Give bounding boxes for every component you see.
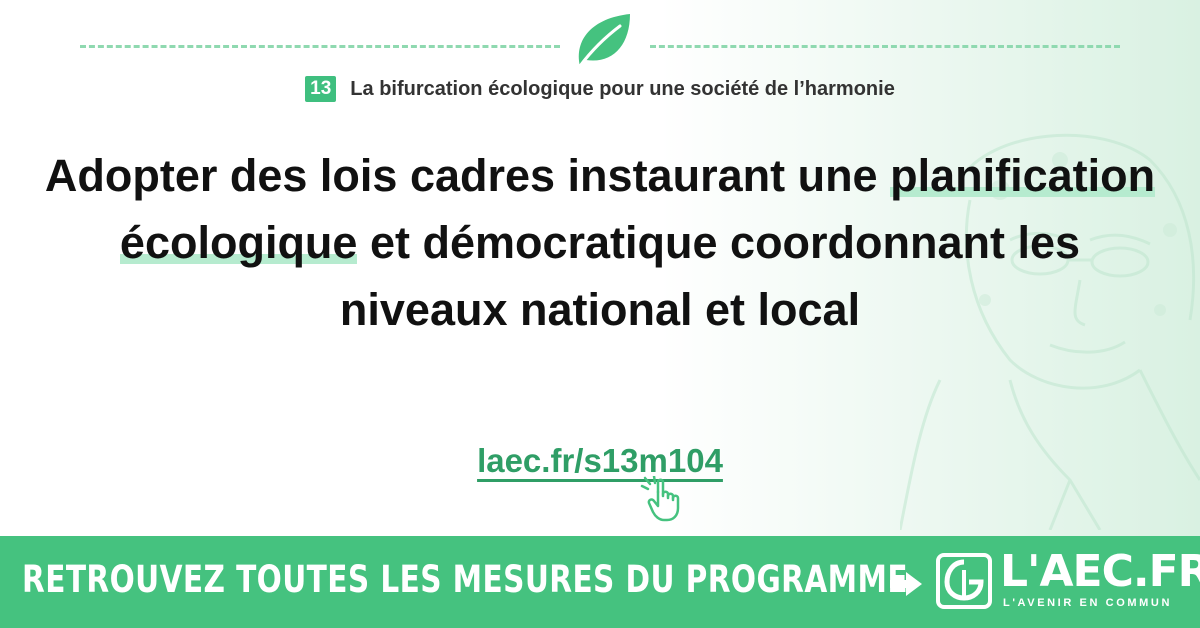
category-heading: 13 La bifurcation écologique pour une so… [0,76,1200,102]
measure-link[interactable]: laec.fr/s13m104 [477,442,723,479]
dashed-divider-left [80,45,560,48]
leaf-icon [578,14,630,68]
headline-part2: et démocratique coordonnant les niveaux … [339,217,1081,335]
arrow-right-icon [890,572,922,596]
measure-headline: Adopter des lois cadres instaurant une p… [40,142,1160,343]
footer-cta-text[interactable]: RETROUVEZ TOUTES LES MESURES DU PROGRAMM… [22,558,908,601]
category-title: La bifurcation écologique pour une socié… [350,77,895,100]
pointer-hand-icon [640,476,680,522]
dashed-divider-right [650,45,1120,48]
laec-logo-icon [936,553,992,609]
link-container: laec.fr/s13m104 [0,442,1200,480]
logo-tagline: L'AVENIR EN COMMUN [1003,597,1172,609]
logo-wordmark: L'AEC.FR [1000,546,1200,597]
category-number-badge: 13 [305,76,337,102]
headline-part1: Adopter des lois cadres instaurant une [44,150,891,201]
